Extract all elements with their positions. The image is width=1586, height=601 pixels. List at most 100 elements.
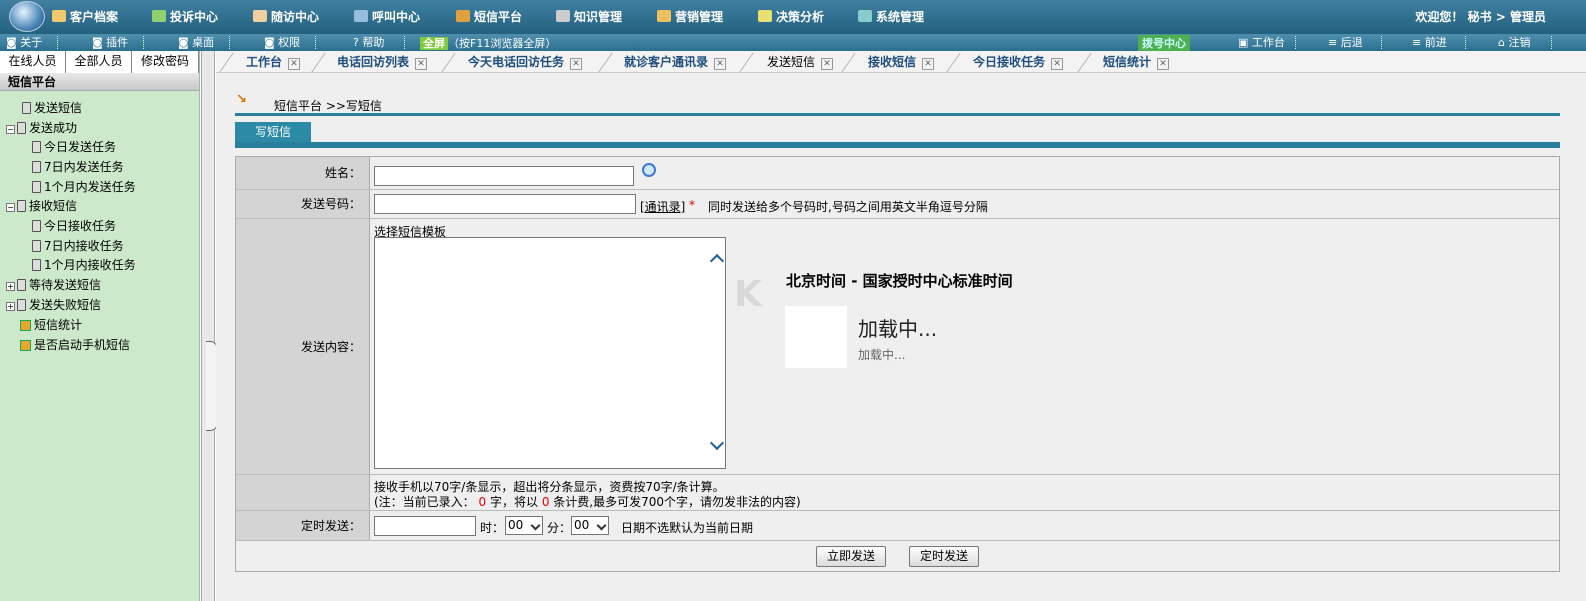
close-icon[interactable]: ✕ (1051, 58, 1064, 70)
app-logo-icon (9, 1, 45, 32)
sidebar-item-statistics[interactable]: 短信统计 (20, 316, 82, 334)
phone-icon (17, 279, 26, 291)
menu-decision[interactable]: 决策分析 (758, 8, 824, 25)
send-now-button[interactable]: 立即发送 (816, 546, 886, 567)
tab-separator (311, 53, 339, 72)
close-icon[interactable]: ✕ (821, 58, 834, 70)
scroll-down-icon[interactable] (709, 435, 725, 451)
tab-online-users[interactable]: 在线人员 (0, 51, 66, 73)
sidebar-item-7day-send[interactable]: 7日内发送任务 (32, 158, 124, 176)
tab-today-receive[interactable]: 今日接收任务 ✕ (973, 53, 1064, 72)
tab-label: 就诊客户通讯录 (624, 55, 709, 69)
tab-sms-statistics[interactable]: 短信统计 ✕ (1103, 53, 1170, 72)
timed-row: 定时发送： 时： 00 分： 00 日期不选默认为当前日期 (236, 511, 1559, 541)
help-button[interactable]: ? 帮助 (353, 36, 405, 49)
fullscreen-hint: （按F11浏览器全屏） (448, 37, 557, 50)
forward-button[interactable]: ≡ 前进 (1412, 36, 1466, 49)
name-input[interactable] (374, 166, 634, 186)
send-timed-button[interactable]: 定时发送 (909, 546, 979, 567)
sidebar-item-label: 7日内发送任务 (44, 160, 124, 174)
sms-content-textarea[interactable] (374, 237, 726, 469)
sidebar-item-send-success[interactable]: − 发送成功 (6, 119, 77, 137)
tab-label: 工作台 (246, 55, 283, 69)
close-icon[interactable]: ✕ (570, 58, 583, 70)
tab-all-users[interactable]: 全部人员 (66, 51, 132, 73)
sidebar-item-7day-receive[interactable]: 7日内接收任务 (32, 237, 124, 255)
collapse-icon[interactable]: − (6, 203, 15, 212)
permission-button[interactable]: ◙ 权限 (264, 36, 316, 49)
menu-knowledge[interactable]: 知识管理 (556, 8, 622, 25)
note-text: 字，将以 (489, 495, 538, 509)
fullscreen-button[interactable]: 全屏 （按F11浏览器全屏） (420, 35, 556, 51)
contacts-link[interactable]: [通讯录] (640, 198, 685, 215)
sidebar-item-month-receive[interactable]: 1个月内接收任务 (32, 256, 136, 274)
logout-label: 注销 (1508, 36, 1531, 49)
tab-separator (598, 53, 626, 72)
expand-icon[interactable]: + (6, 302, 15, 311)
sidebar-item-enable-mobile[interactable]: 是否启动手机短信 (20, 336, 130, 354)
phone-number-input[interactable] (374, 194, 636, 214)
desktop-label: 桌面 (192, 36, 215, 49)
forward-label: 前进 (1424, 36, 1447, 49)
tab-label: 今天电话回访任务 (468, 55, 565, 69)
menu-label: 随访中心 (271, 10, 320, 24)
sidebar-tabs: 在线人员 全部人员 修改密码 (0, 51, 199, 73)
sidebar-item-send-sms[interactable]: 发送短信 (22, 99, 82, 117)
dial-center-button[interactable]: 拨号中心 (1138, 35, 1190, 51)
sidebar-item-today-receive[interactable]: 今日接收任务 (32, 217, 116, 235)
menu-label: 呼叫中心 (372, 10, 421, 24)
phone-icon (32, 220, 41, 232)
plugin-button[interactable]: ◙ 插件 (92, 36, 144, 49)
sidebar-item-failed[interactable]: + 发送失败短信 (6, 296, 101, 314)
tab-send-sms[interactable]: 发送短信 ✕ (767, 53, 834, 72)
sidebar-item-pending[interactable]: + 等待发送短信 (6, 276, 101, 294)
back-button[interactable]: ≡ 后退 (1328, 36, 1382, 49)
menu-complaint-center[interactable]: 投诉中心 (152, 8, 218, 25)
scroll-up-icon[interactable] (709, 253, 725, 269)
tab-receive-sms[interactable]: 接收短信 ✕ (868, 53, 935, 72)
sidebar-splitter[interactable] (201, 51, 218, 601)
collapse-icon[interactable]: − (6, 125, 15, 134)
menu-sms-platform[interactable]: 短信平台 (456, 8, 522, 25)
tab-today-followup[interactable]: 今天电话回访任务 ✕ (468, 53, 583, 72)
tab-separator (441, 53, 469, 72)
note-text: 条计费,最多可发700个字，请勿发非法的内容) (553, 495, 801, 509)
expand-icon[interactable]: + (6, 282, 15, 291)
mobile-icon (456, 10, 470, 22)
tab-change-password[interactable]: 修改密码 (132, 51, 199, 73)
about-button[interactable]: ◙ 关于 (6, 36, 58, 49)
tab-workbench[interactable]: 工作台 ✕ (246, 53, 301, 72)
close-icon[interactable]: ✕ (288, 58, 301, 70)
name-label: 姓名： (236, 157, 370, 189)
tab-patient-contacts[interactable]: 就诊客户通讯录 ✕ (624, 53, 727, 72)
sidebar-item-today-send[interactable]: 今日发送任务 (32, 138, 116, 156)
date-input[interactable] (374, 516, 476, 536)
workbench-button[interactable]: ▣ 工作台 (1238, 36, 1296, 49)
close-icon[interactable]: ✕ (922, 58, 935, 70)
sidebar: 在线人员 全部人员 修改密码 短信平台 发送短信 − 发送成功 今日发送任务 7日… (0, 51, 200, 601)
char-count-note: (注：当前已录入： 0 字，将以 0 条计费,最多可发700个字，请勿发非法的内… (374, 493, 801, 510)
sidebar-item-receive-sms[interactable]: − 接收短信 (6, 197, 77, 215)
write-sms-section-tab[interactable]: 写短信 (235, 122, 311, 142)
note-text: (注：当前已录入： (374, 495, 475, 509)
menu-followup-center[interactable]: 随访中心 (253, 8, 319, 25)
menu-marketing[interactable]: 营销管理 (657, 8, 723, 25)
minute-select[interactable]: 00 (571, 516, 609, 535)
menu-system[interactable]: 系统管理 (858, 8, 924, 25)
notes-label-cell (236, 475, 370, 510)
tab-phone-followup-list[interactable]: 电话回访列表 ✕ (337, 53, 428, 72)
search-icon[interactable] (642, 163, 656, 177)
logout-button[interactable]: ⌂ 注销 (1498, 36, 1552, 49)
person-icon (253, 10, 267, 22)
desktop-button[interactable]: ◙ 桌面 (178, 36, 230, 49)
close-icon[interactable]: ✕ (415, 58, 428, 70)
sidebar-item-month-send[interactable]: 1个月内发送任务 (32, 178, 136, 196)
menu-call-center[interactable]: 呼叫中心 (354, 8, 420, 25)
hour-select[interactable]: 00 (505, 516, 543, 535)
close-icon[interactable]: ✕ (1157, 58, 1170, 70)
back-label: 后退 (1340, 36, 1363, 49)
number-label: 发送号码： (236, 190, 370, 218)
menu-customer-archive[interactable]: 客户档案 (52, 8, 118, 25)
close-icon[interactable]: ✕ (714, 58, 727, 70)
sidebar-root[interactable]: 短信平台 (0, 73, 199, 91)
